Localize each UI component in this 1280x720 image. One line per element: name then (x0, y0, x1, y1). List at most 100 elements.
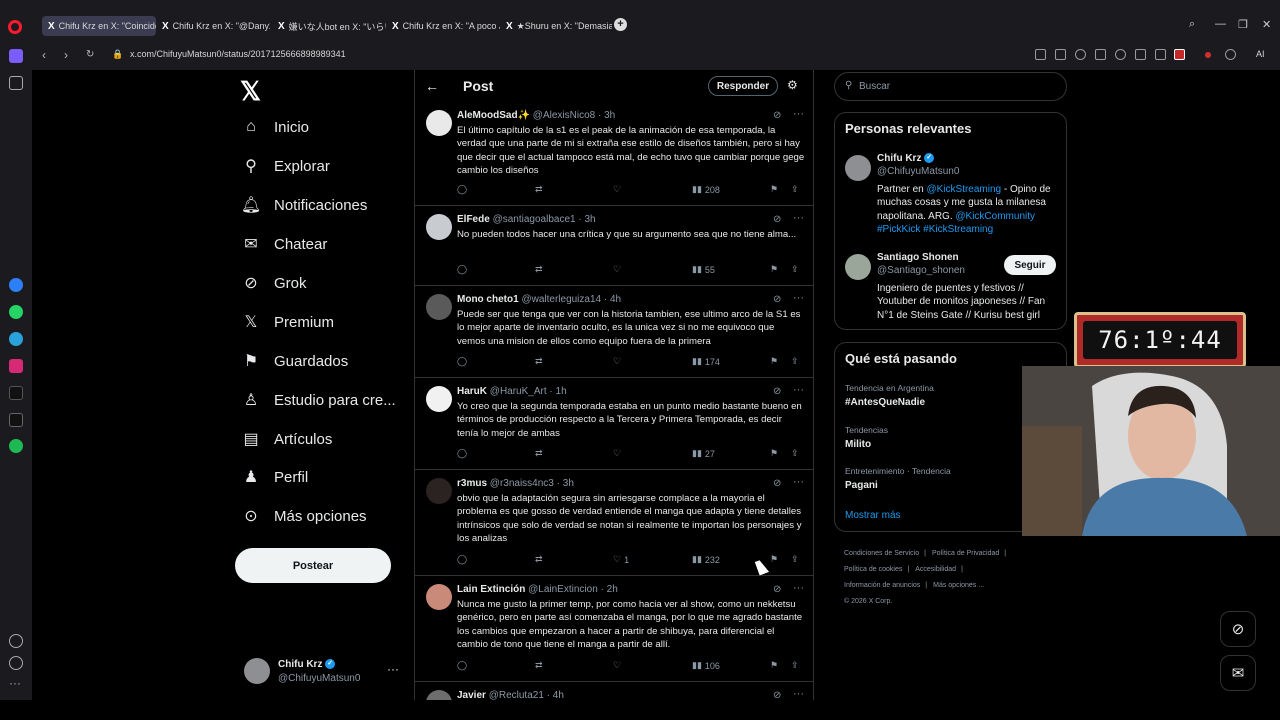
back-icon[interactable]: ‹ (42, 48, 46, 62)
search-input[interactable]: ⚲ Buscar (834, 72, 1067, 101)
tweet-handle[interactable]: @r3naiss4nc3 (490, 478, 554, 489)
messages-fab-icon[interactable]: ✉ (1220, 655, 1256, 691)
nav-item-chatear[interactable]: ✉ Chatear (242, 235, 327, 254)
bookmark-icon[interactable]: ⚑ (770, 264, 778, 275)
follow-button[interactable]: Seguir (1004, 255, 1056, 275)
avatar[interactable] (426, 386, 452, 412)
browser-tab[interactable]: X★Shuru en X: "Demasiado (500, 16, 612, 36)
tiktok-icon[interactable] (9, 386, 23, 400)
home-icon[interactable] (9, 49, 23, 63)
tweet-time[interactable]: 3h (584, 214, 595, 225)
tweet-time[interactable]: 3h (563, 478, 574, 489)
reply-icon[interactable]: ◯ (457, 660, 467, 671)
heart-icon[interactable] (9, 634, 23, 648)
views-stat[interactable]: ▮▮ 55 (692, 264, 715, 275)
more-icon[interactable]: ··· (793, 384, 804, 396)
like-icon[interactable]: ♡ (613, 660, 621, 671)
close-window-icon[interactable]: ✕ (1262, 18, 1271, 31)
retweet-icon[interactable]: ⇄ (535, 184, 543, 195)
footer-link[interactable]: Condiciones de Servicio (844, 550, 919, 557)
nav-item-explorar[interactable]: ⚲ Explorar (242, 157, 330, 176)
reply-icon[interactable]: ◯ (457, 184, 467, 195)
nav-item-grok[interactable]: ⊘ Grok (242, 274, 306, 293)
forward-icon[interactable]: › (64, 48, 68, 62)
nav-item-mas-opciones[interactable]: ⊙ Más opciones (242, 507, 366, 526)
grok-icon[interactable]: ⊘ (773, 214, 781, 225)
bio-link[interactable]: @KickCommunity (955, 211, 1035, 222)
x-icon[interactable] (9, 413, 23, 427)
avatar[interactable] (426, 690, 452, 700)
ai-button[interactable]: AI (1256, 49, 1265, 59)
nav-item-articulos[interactable]: ▤ Artículos (242, 430, 332, 449)
grok-icon[interactable]: ⊘ (773, 690, 781, 700)
browser-tab[interactable]: X嫌いな人bot en X: "いらいら (272, 16, 386, 36)
tweet-author[interactable]: ElFede (457, 214, 490, 225)
like-icon[interactable]: ♡ (613, 448, 621, 459)
url-field[interactable]: x.com/ChifuyuMatsun0/status/201712566689… (130, 49, 346, 59)
person-handle[interactable]: @ChifuyuMatsun0 (877, 166, 959, 177)
footer-link[interactable]: Información de anuncios (844, 582, 920, 589)
tweet-time[interactable]: 2h (607, 584, 618, 595)
nav-item-notificaciones[interactable]: 🔔︎ Notificaciones (241, 196, 368, 215)
messenger-icon[interactable] (9, 278, 23, 292)
tweet-time[interactable]: 3h (604, 110, 615, 121)
grok-icon[interactable]: ⊘ (773, 386, 781, 397)
person-item[interactable]: Chifu Krz ✓ @ChifuyuMatsun0 Partner en @… (845, 153, 1060, 243)
avatar[interactable] (426, 294, 452, 320)
person-name[interactable]: Santiago Shonen (877, 252, 959, 263)
bio-hashtag[interactable]: #KickStreaming (923, 224, 993, 235)
tweet-author[interactable]: Javier (457, 690, 486, 700)
footer-link[interactable]: Más opciones ... (933, 582, 984, 589)
nav-item-estudio[interactable]: ♙ Estudio para cre... (242, 391, 396, 410)
history-icon[interactable] (9, 656, 23, 670)
heart-icon[interactable] (1115, 49, 1126, 60)
share-icon[interactable]: ⇪ (791, 448, 799, 459)
reply-tweet[interactable]: AleMoodSad✨ @AlexisNico8 · 3h ⊘ ··· El ú… (415, 102, 813, 206)
person-handle[interactable]: @Santiago_shonen (877, 265, 965, 276)
avatar[interactable] (426, 110, 452, 136)
reply-button[interactable]: Responder (708, 76, 778, 96)
bookmark-icon[interactable]: ⚑ (770, 356, 778, 367)
retweet-icon[interactable]: ⇄ (535, 264, 543, 275)
more-icon[interactable]: ··· (793, 212, 804, 224)
retweet-icon[interactable]: ⇄ (535, 660, 543, 671)
share-icon[interactable]: ⇪ (791, 554, 799, 565)
bio-hashtag[interactable]: #PickKick (877, 224, 920, 235)
share-icon[interactable]: ⇪ (791, 264, 799, 275)
reply-icon[interactable]: ◯ (457, 264, 467, 275)
tweet-handle[interactable]: @HaruK_Art (490, 386, 547, 397)
reload-icon[interactable]: ↻ (86, 49, 94, 60)
nav-item-premium[interactable]: 𝕏 Premium (242, 313, 334, 332)
grok-icon[interactable]: ⊘ (773, 294, 781, 305)
spotify-icon[interactable] (9, 439, 23, 453)
more-icon[interactable]: ··· (793, 688, 804, 700)
tweet-time[interactable]: 4h (610, 294, 621, 305)
grok-icon[interactable]: ⊘ (773, 110, 781, 121)
instagram-icon[interactable] (9, 359, 23, 373)
tweet-handle[interactable]: @AlexisNico8 (533, 110, 595, 121)
browser-tab[interactable]: X Chifu Krz en X: "@Dany21 (156, 16, 270, 36)
account-more-icon[interactable]: ··· (387, 662, 399, 676)
bookmark-icon[interactable]: ⚑ (770, 554, 778, 565)
more-icon[interactable]: ··· (9, 677, 23, 692)
reply-tweet[interactable]: ElFede @santiagoalbace1 · 3h ⊘ ··· No pu… (415, 206, 813, 286)
tweet-author[interactable]: Lain Extinción (457, 584, 525, 595)
account-switcher[interactable]: Chifu Krz ✓ @ChifuyuMatsun0 ··· (244, 656, 414, 686)
tweet-handle[interactable]: @Recluta21 (489, 690, 544, 700)
new-tab-button[interactable]: + (614, 18, 627, 31)
reply-tweet[interactable]: Javier @Recluta21 · 4h ⊘ ··· (415, 682, 813, 700)
avatar[interactable] (426, 478, 452, 504)
avatar[interactable] (426, 584, 452, 610)
grok-icon[interactable]: ⊘ (773, 478, 781, 489)
retweet-icon[interactable]: ⇄ (535, 554, 543, 565)
bookmark-icon[interactable]: ⚑ (770, 448, 778, 459)
tweet-time[interactable]: 1h (556, 386, 567, 397)
whatsapp-icon[interactable] (9, 305, 23, 319)
nav-item-perfil[interactable]: ♟ Perfil (242, 468, 308, 487)
more-icon[interactable]: ··· (793, 476, 804, 488)
opera-logo-icon[interactable] (8, 20, 22, 34)
edit-icon[interactable] (1035, 49, 1046, 60)
views-stat[interactable]: ▮▮ 27 (692, 448, 715, 459)
bookmark-icon[interactable]: ⚑ (770, 660, 778, 671)
retweet-icon[interactable]: ⇄ (535, 356, 543, 367)
